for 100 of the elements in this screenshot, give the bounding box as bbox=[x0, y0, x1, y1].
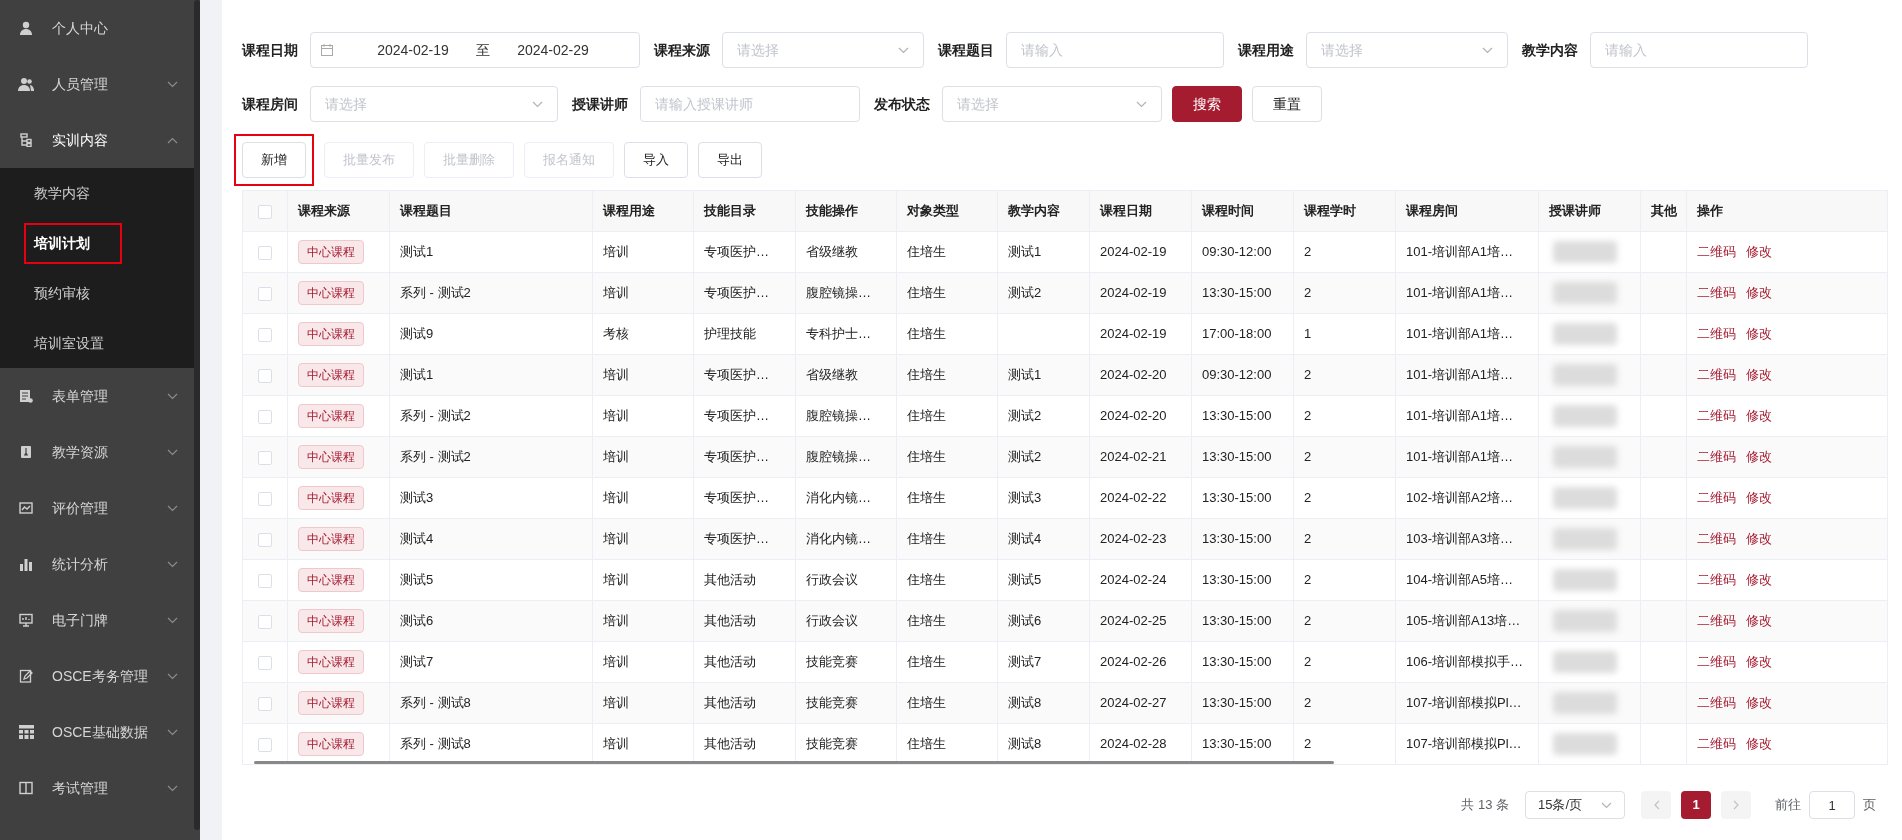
action-link[interactable]: 修改 bbox=[1746, 408, 1772, 424]
page-button[interactable]: 1 bbox=[1681, 791, 1711, 819]
checkbox[interactable] bbox=[258, 573, 272, 588]
action-link[interactable]: 修改 bbox=[1746, 367, 1772, 383]
toolbar-button[interactable]: 导出 bbox=[698, 142, 762, 178]
search-button[interactable]: 搜索 bbox=[1172, 86, 1242, 122]
action-link[interactable]: 修改 bbox=[1746, 490, 1772, 506]
checkbox[interactable] bbox=[258, 696, 272, 711]
table-cell: 102-培训部A2培… bbox=[1406, 490, 1513, 506]
action-link[interactable]: 二维码 bbox=[1697, 449, 1736, 465]
toolbar-button[interactable]: 新增 bbox=[242, 142, 306, 178]
table-cell: 101-培训部A1培… bbox=[1406, 244, 1513, 260]
table-cell: 13:30-15:00 bbox=[1202, 695, 1272, 711]
date-range-field[interactable]: 2024-02-19 至 2024-02-29 bbox=[310, 32, 640, 68]
action-link[interactable]: 修改 bbox=[1746, 613, 1772, 629]
action-link[interactable]: 修改 bbox=[1746, 695, 1772, 711]
chevron-down-icon bbox=[1601, 801, 1612, 809]
filter-label: 授课讲师 bbox=[572, 94, 628, 114]
table-cell: 13:30-15:00 bbox=[1202, 490, 1272, 506]
page-input[interactable]: 1 bbox=[1809, 791, 1855, 819]
source-tag: 中心课程 bbox=[298, 568, 364, 592]
sidebar-item[interactable]: 考试管理 bbox=[0, 760, 194, 816]
action-link[interactable]: 修改 bbox=[1746, 244, 1772, 260]
table-cell: 技能竞赛 bbox=[806, 736, 858, 752]
source-tag: 中心课程 bbox=[298, 527, 364, 551]
monitor-icon bbox=[18, 612, 34, 628]
source-tag: 中心课程 bbox=[298, 363, 364, 387]
table-cell: 专项医护… bbox=[704, 367, 769, 383]
checkbox[interactable] bbox=[258, 409, 272, 424]
checkbox[interactable] bbox=[258, 368, 272, 383]
table-cell: 系列 - 测试2 bbox=[400, 408, 471, 424]
sidebar-item[interactable]: OSCE基础数据 bbox=[0, 704, 194, 760]
checkbox[interactable] bbox=[258, 655, 272, 670]
next-page-button[interactable] bbox=[1721, 791, 1751, 819]
sidebar-item[interactable]: 电子门牌 bbox=[0, 592, 194, 648]
source-tag: 中心课程 bbox=[298, 445, 364, 469]
input-field[interactable]: 请输入授课讲师 bbox=[640, 86, 860, 122]
checkbox[interactable] bbox=[258, 327, 272, 342]
sidebar-item[interactable]: 个人中心 bbox=[0, 0, 194, 56]
table-cell: 测试3 bbox=[1008, 490, 1042, 506]
table-cell: 13:30-15:00 bbox=[1202, 531, 1272, 547]
checkbox[interactable] bbox=[258, 737, 272, 752]
table-cell: 106-培训部模拟手… bbox=[1406, 654, 1524, 670]
table-cell: 住培生 bbox=[907, 736, 946, 752]
table-cell: 103-培训部A3培… bbox=[1406, 531, 1513, 547]
action-link[interactable]: 二维码 bbox=[1697, 408, 1736, 424]
table-cell: 2 bbox=[1304, 449, 1312, 465]
blurred-block bbox=[1553, 528, 1617, 550]
action-link[interactable]: 二维码 bbox=[1697, 695, 1736, 711]
sidebar-subitem[interactable]: 培训计划 bbox=[24, 222, 122, 264]
action-link[interactable]: 修改 bbox=[1746, 654, 1772, 670]
sidebar-subitem[interactable]: 预约审核 bbox=[34, 282, 90, 304]
action-link[interactable]: 二维码 bbox=[1697, 326, 1736, 342]
sidebar-item[interactable]: 表单管理 bbox=[0, 368, 194, 424]
checkbox[interactable] bbox=[258, 614, 272, 629]
input-field[interactable]: 请输入 bbox=[1006, 32, 1224, 68]
table-cell: 住培生 bbox=[907, 449, 946, 465]
sidebar-subitem[interactable]: 培训室设置 bbox=[34, 332, 104, 354]
action-link[interactable]: 二维码 bbox=[1697, 736, 1736, 752]
page-size-select[interactable]: 15条/页 bbox=[1525, 791, 1625, 819]
scrollbar[interactable] bbox=[254, 761, 1334, 764]
action-link[interactable]: 修改 bbox=[1746, 326, 1772, 342]
scrollbar[interactable] bbox=[194, 0, 200, 830]
sidebar-subitem[interactable]: 教学内容 bbox=[34, 182, 90, 204]
action-link[interactable]: 二维码 bbox=[1697, 244, 1736, 260]
action-link[interactable]: 修改 bbox=[1746, 285, 1772, 301]
action-link[interactable]: 二维码 bbox=[1697, 572, 1736, 588]
action-link[interactable]: 二维码 bbox=[1697, 531, 1736, 547]
sidebar-item[interactable]: 人员管理 bbox=[0, 56, 194, 112]
table-cell: 测试1 bbox=[400, 367, 434, 383]
action-link[interactable]: 二维码 bbox=[1697, 613, 1736, 629]
action-link[interactable]: 修改 bbox=[1746, 736, 1772, 752]
checkbox[interactable] bbox=[258, 450, 272, 465]
sidebar-item[interactable]: 教学资源 bbox=[0, 424, 194, 480]
checkbox[interactable] bbox=[258, 245, 272, 260]
checkbox[interactable] bbox=[258, 491, 272, 506]
sidebar-item[interactable]: 评价管理 bbox=[0, 480, 194, 536]
previous-page-button[interactable] bbox=[1641, 791, 1671, 819]
checkbox[interactable] bbox=[258, 532, 272, 547]
checkbox[interactable] bbox=[258, 204, 272, 219]
sidebar-item[interactable]: OSCE考务管理 bbox=[0, 648, 194, 704]
table-cell: 住培生 bbox=[907, 654, 946, 670]
table-cell: 考核 bbox=[603, 326, 629, 342]
toolbar-button[interactable]: 导入 bbox=[624, 142, 688, 178]
action-link[interactable]: 修改 bbox=[1746, 572, 1772, 588]
table-cell: 13:30-15:00 bbox=[1202, 572, 1272, 588]
action-link[interactable]: 二维码 bbox=[1697, 490, 1736, 506]
action-link[interactable]: 二维码 bbox=[1697, 654, 1736, 670]
action-link[interactable]: 二维码 bbox=[1697, 285, 1736, 301]
checkbox[interactable] bbox=[258, 286, 272, 301]
table-cell: 2024-02-23 bbox=[1100, 531, 1167, 547]
action-link[interactable]: 修改 bbox=[1746, 449, 1772, 465]
sidebar-item[interactable]: 统计分析 bbox=[0, 536, 194, 592]
reset-button[interactable]: 重置 bbox=[1252, 86, 1322, 122]
table-cell: 2 bbox=[1304, 654, 1312, 670]
input-field[interactable]: 请输入 bbox=[1590, 32, 1808, 68]
action-link[interactable]: 修改 bbox=[1746, 531, 1772, 547]
table-cell: 培训 bbox=[603, 654, 629, 670]
action-link[interactable]: 二维码 bbox=[1697, 367, 1736, 383]
sidebar-item[interactable]: 实训内容 bbox=[0, 112, 194, 168]
